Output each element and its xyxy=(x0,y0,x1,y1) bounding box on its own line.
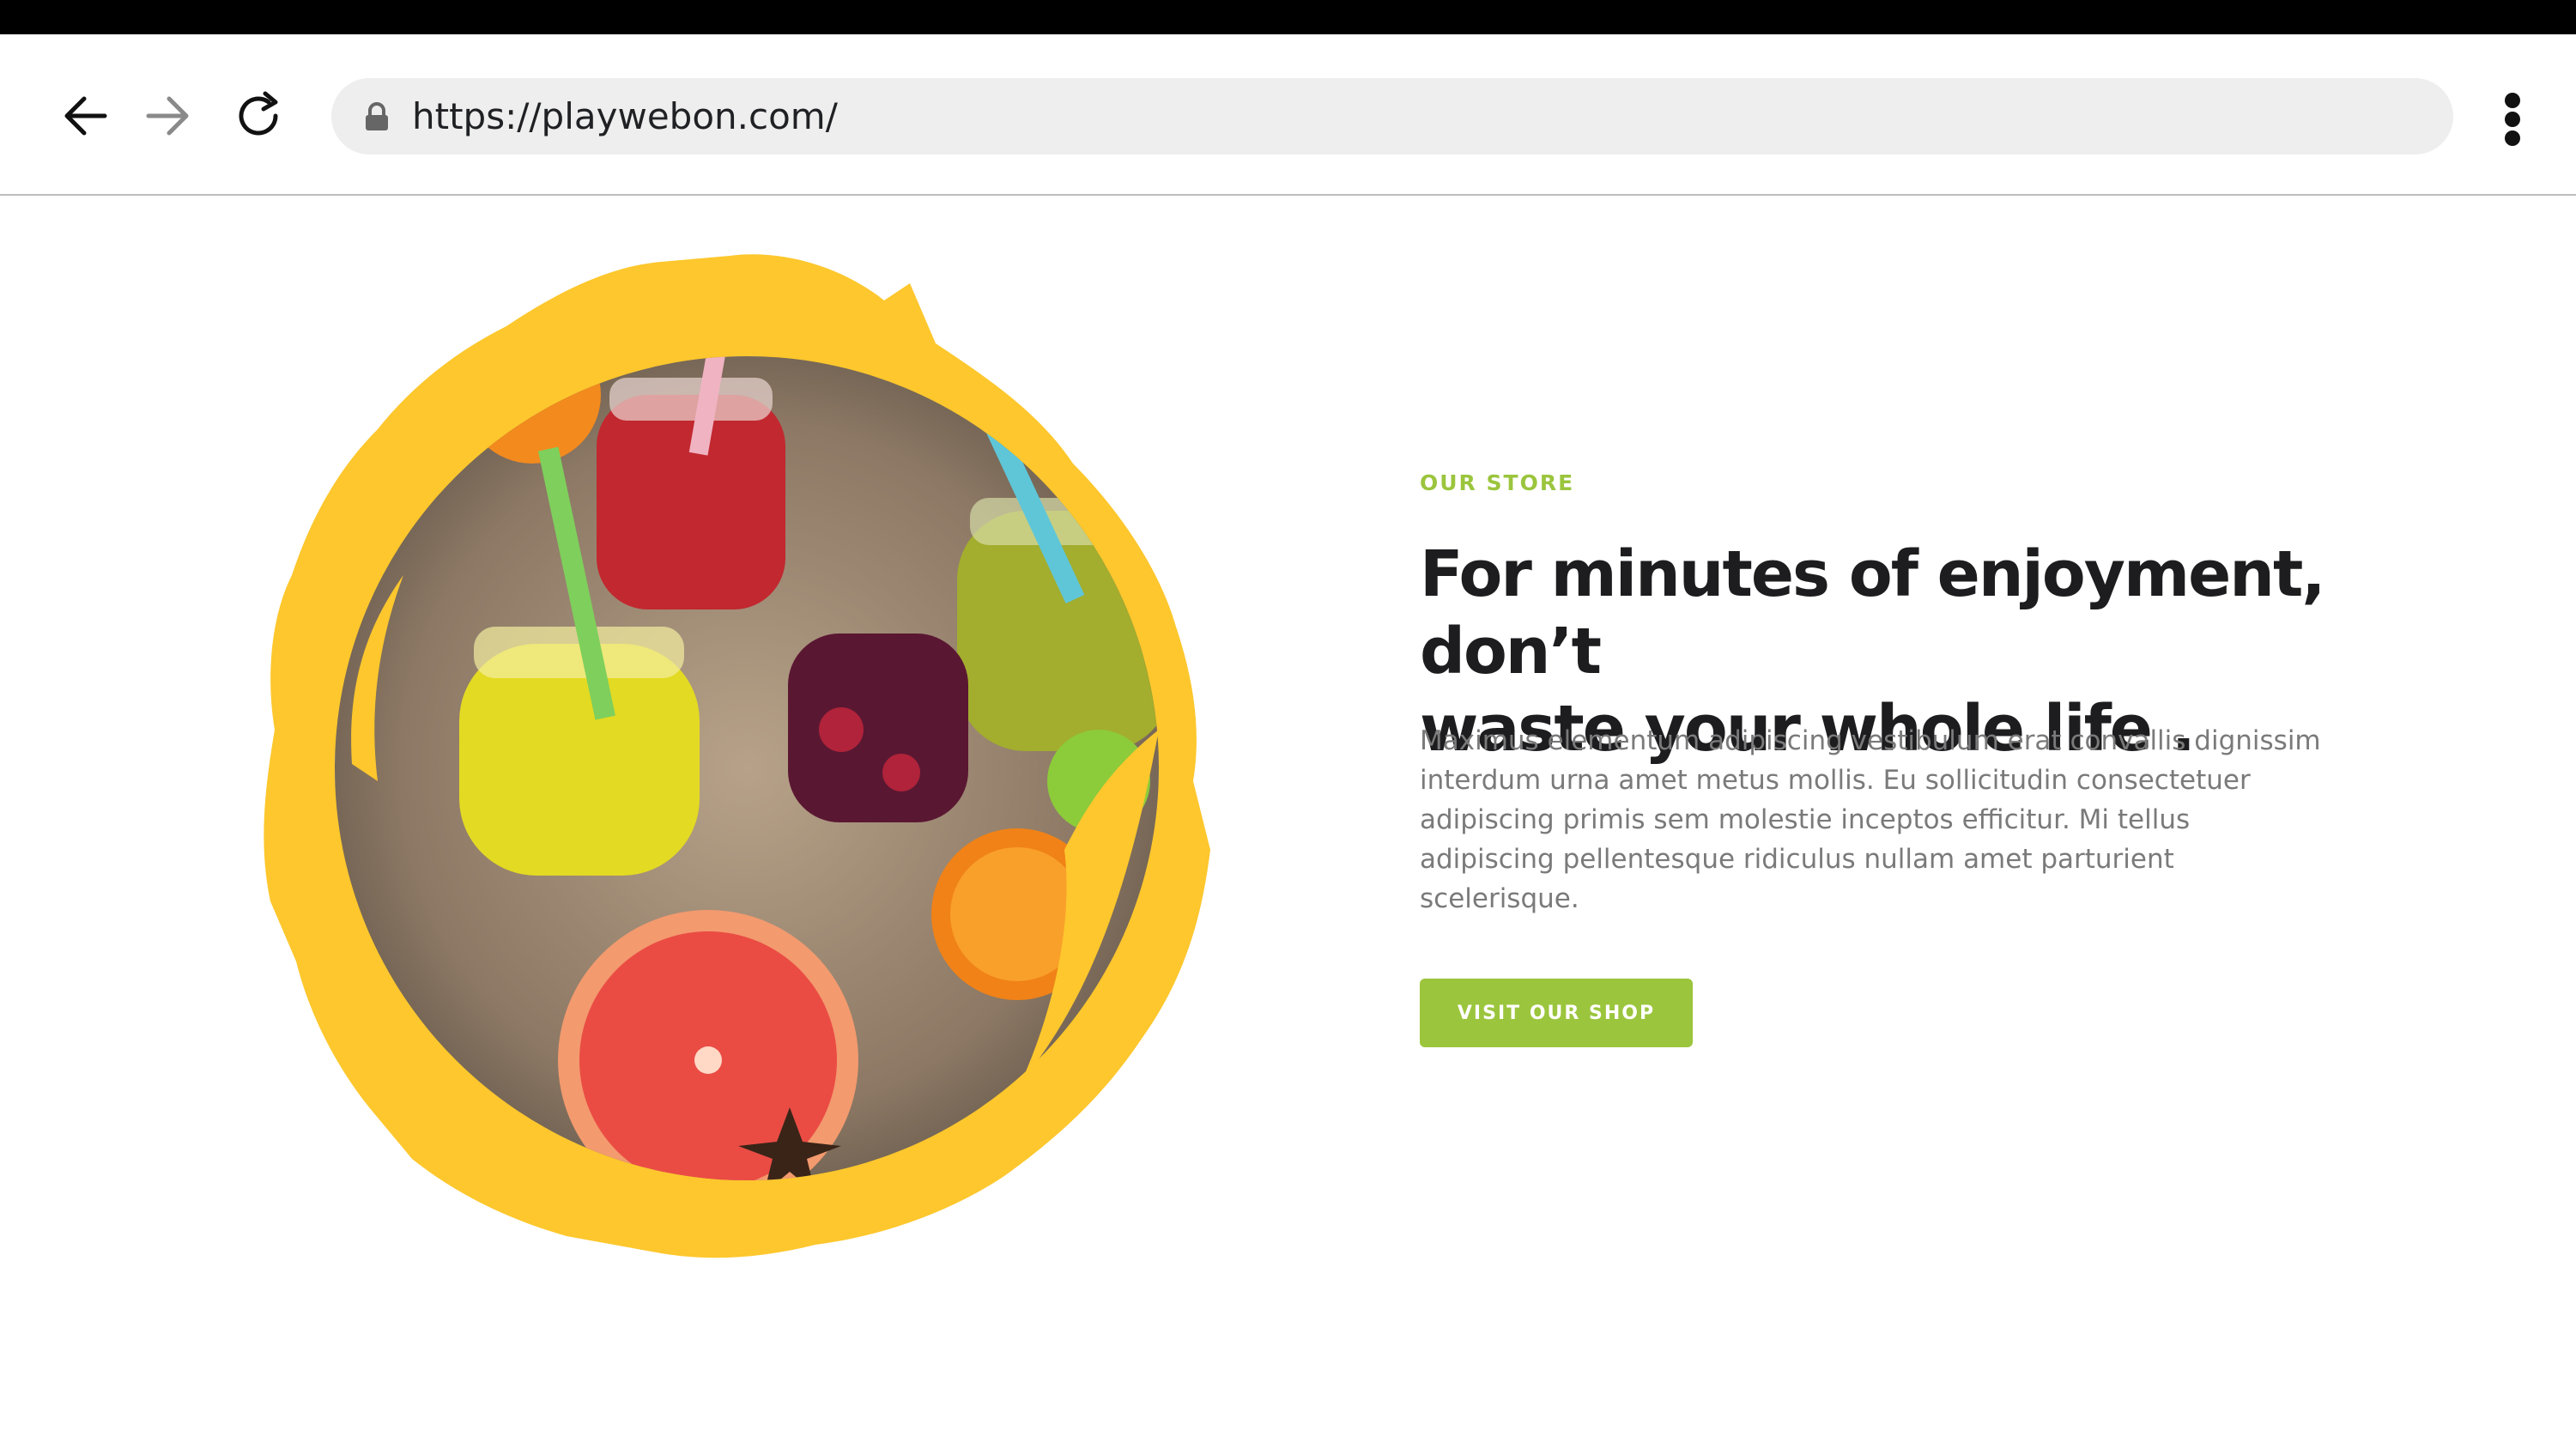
reload-button[interactable] xyxy=(226,82,294,150)
forward-button[interactable] xyxy=(133,82,202,150)
body-line: Maximus elementum adipiscing vestibulum … xyxy=(1420,725,2321,756)
reload-icon xyxy=(239,91,278,136)
section-eyebrow: OUR STORE xyxy=(1420,470,1575,495)
body-line: adipiscing pellentesque ridiculus nullam… xyxy=(1420,844,2174,875)
heading-line-1: For minutes of enjoyment, don’t xyxy=(1420,537,2325,688)
body-line: adipiscing primis sem molestie inceptos … xyxy=(1420,804,2191,835)
juice-jars-image xyxy=(264,254,1211,1258)
url-text[interactable]: https://playwebon.com/ xyxy=(412,78,838,155)
arrow-left-icon xyxy=(64,96,107,136)
body-line: scelerisque. xyxy=(1420,883,1579,914)
menu-dot xyxy=(2505,130,2520,146)
body-line: interdum urna amet metus mollis. Eu soll… xyxy=(1420,765,2251,796)
back-button[interactable] xyxy=(52,82,120,150)
lock-icon xyxy=(366,102,388,130)
menu-dot xyxy=(2505,93,2520,108)
address-bar[interactable]: https://playwebon.com/ xyxy=(331,78,2453,155)
browser-menu-button[interactable] xyxy=(2491,86,2536,148)
top-status-strip xyxy=(0,0,2576,34)
visit-shop-button[interactable]: VISIT OUR SHOP xyxy=(1420,979,1693,1047)
menu-dot xyxy=(2505,112,2520,127)
section-body: Maximus elementum adipiscing vestibulum … xyxy=(1420,721,2330,919)
page-content: OUR STORE For minutes of enjoyment, don’… xyxy=(0,196,2576,1449)
arrow-right-icon xyxy=(146,96,189,136)
